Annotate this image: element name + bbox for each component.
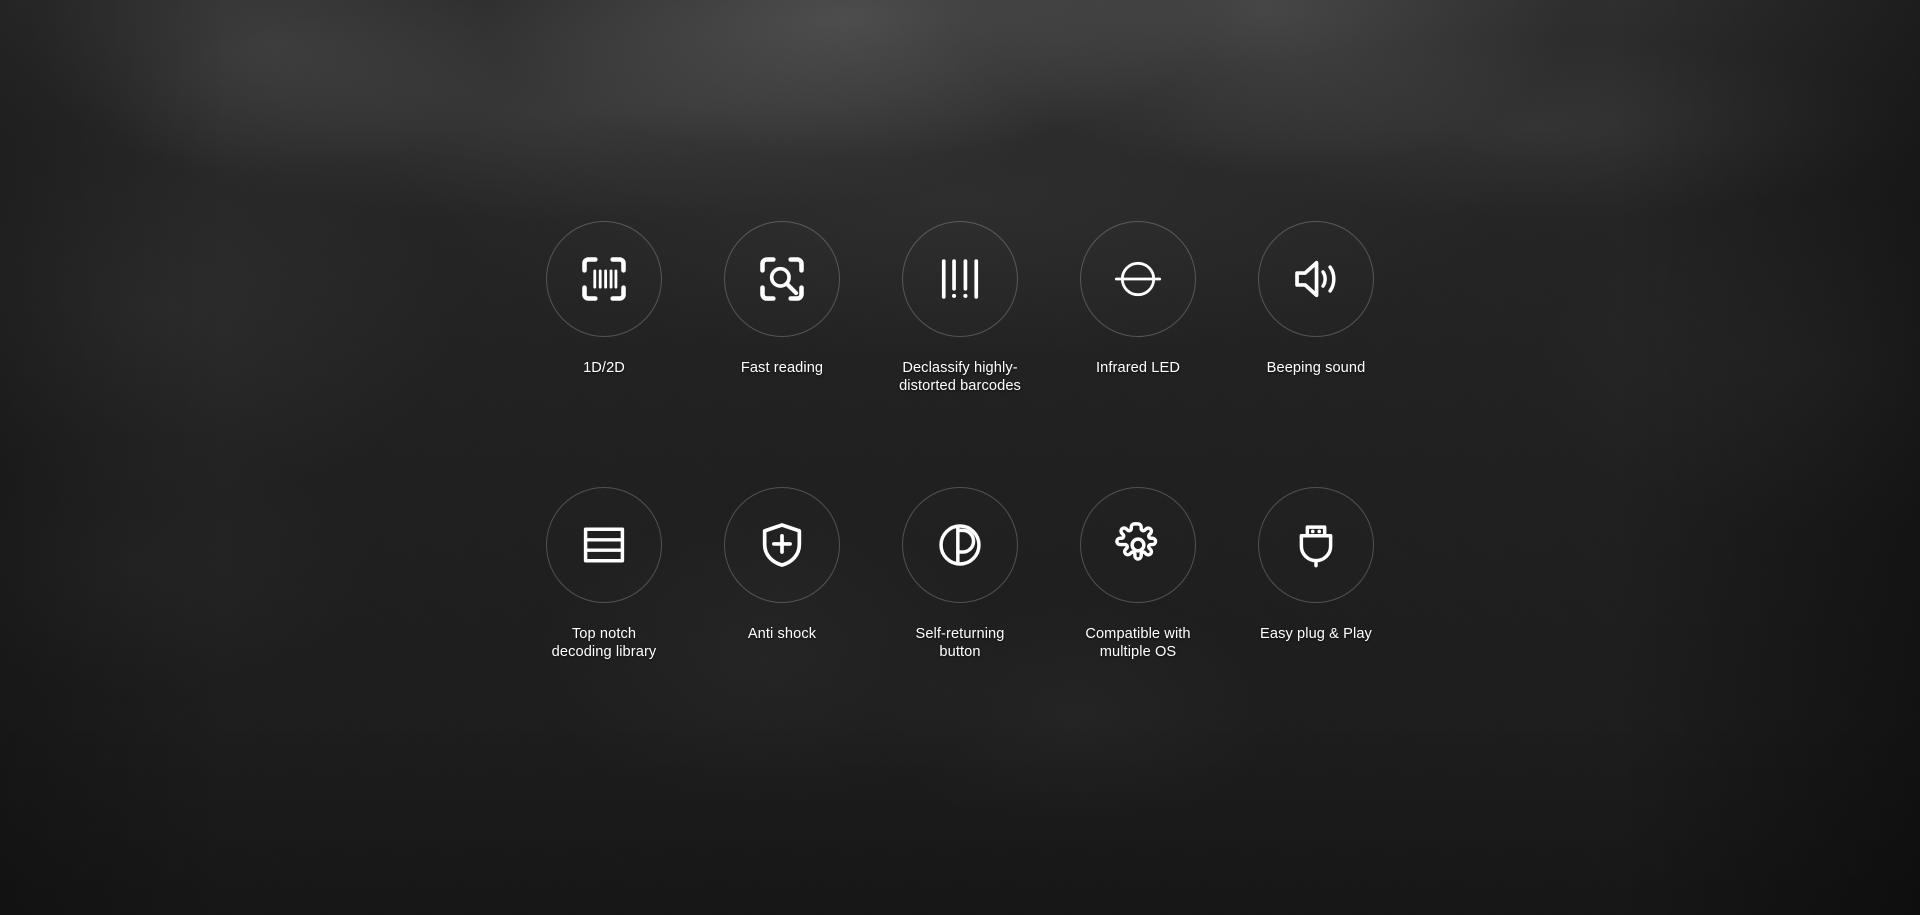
icon-circle xyxy=(546,221,662,337)
feature-label: Declassify highly- distorted barcodes xyxy=(899,360,1021,394)
speaker-sound-icon xyxy=(1295,260,1336,298)
scan-search-icon xyxy=(760,257,804,301)
feature-item-self-returning-button[interactable]: Self-returning button xyxy=(902,487,1018,661)
icon-circle xyxy=(1258,221,1374,337)
icon-circle xyxy=(1258,487,1374,603)
feature-item-beeping-sound[interactable]: Beeping sound xyxy=(1258,221,1374,377)
feature-label: Easy plug & Play xyxy=(1260,626,1372,642)
feature-item-plug-and-play[interactable]: Easy plug & Play xyxy=(1258,487,1374,643)
feature-label: Fast reading xyxy=(740,360,824,376)
feature-item-decoding-library[interactable]: Top notch decoding library xyxy=(546,487,662,661)
infrared-led-icon xyxy=(1114,261,1162,297)
usb-plug-icon xyxy=(1299,525,1333,568)
icon-circle xyxy=(546,487,662,603)
gear-icon xyxy=(1115,522,1158,561)
icon-circle xyxy=(724,487,840,603)
feature-label: Top notch decoding library xyxy=(551,626,657,660)
feature-label: 1D/2D xyxy=(583,360,625,376)
feature-row-1: 1D/2D Fast reading Declassify highly- di… xyxy=(546,221,1374,395)
distorted-barcode-icon xyxy=(941,259,979,299)
feature-item-1d2d[interactable]: 1D/2D xyxy=(546,221,662,377)
icon-circle xyxy=(902,487,1018,603)
feature-item-infrared-led[interactable]: Infrared LED xyxy=(1080,221,1196,377)
feature-row-2: Top notch decoding library Anti shock Se… xyxy=(546,487,1374,661)
feature-label: Anti shock xyxy=(747,626,817,642)
self-returning-button-icon xyxy=(939,524,981,566)
decoding-library-icon xyxy=(583,527,625,563)
barcode-scan-icon xyxy=(582,257,626,301)
icon-circle xyxy=(1080,221,1196,337)
icon-circle xyxy=(1080,487,1196,603)
feature-label: Compatible with multiple OS xyxy=(1085,626,1191,660)
feature-label: Infrared LED xyxy=(1096,360,1180,376)
feature-grid: 1D/2D Fast reading Declassify highly- di… xyxy=(0,0,1920,915)
feature-label: Beeping sound xyxy=(1266,360,1366,376)
feature-item-fast-reading[interactable]: Fast reading xyxy=(724,221,840,377)
feature-item-compatible-os[interactable]: Compatible with multiple OS xyxy=(1080,487,1196,661)
icon-circle xyxy=(902,221,1018,337)
feature-item-declassify-distorted[interactable]: Declassify highly- distorted barcodes xyxy=(899,221,1021,395)
icon-circle xyxy=(724,221,840,337)
shield-plus-icon xyxy=(762,523,802,567)
feature-label: Self-returning button xyxy=(915,626,1005,660)
feature-item-anti-shock[interactable]: Anti shock xyxy=(724,487,840,643)
